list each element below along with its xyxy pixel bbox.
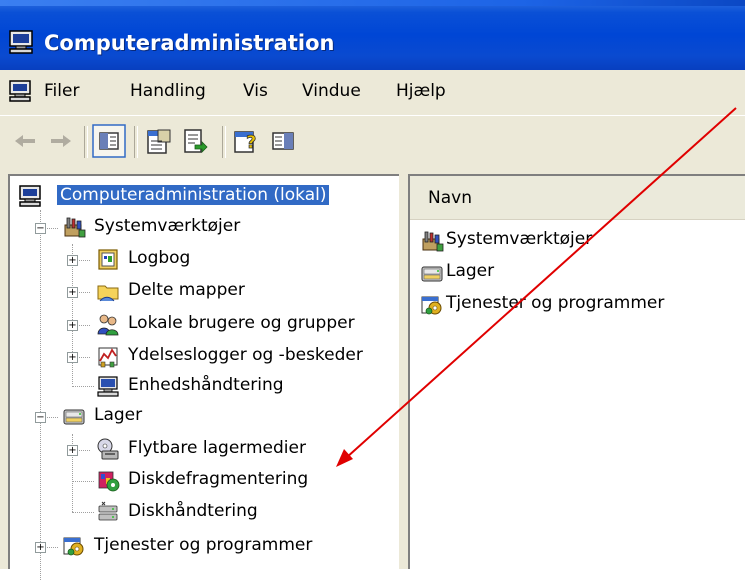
tree-item-lokale-brugere[interactable]: + Lokale brugere og grupper — [10, 310, 399, 340]
expand-toggle[interactable]: + — [35, 542, 46, 553]
column-header-navn[interactable]: Navn — [410, 176, 745, 220]
menu-hjaelp[interactable]: Hjælp — [396, 81, 446, 101]
properties-icon[interactable] — [144, 126, 174, 156]
list-item-tjenester[interactable]: Tjenester og programmer — [420, 292, 740, 318]
menu-filer[interactable]: Filer — [44, 81, 79, 101]
list-label-lager: Lager — [446, 261, 495, 281]
shared-folder-icon — [97, 285, 119, 302]
system-tools-icon — [64, 217, 86, 238]
list-item-lager[interactable]: Lager — [420, 260, 740, 286]
tree-item-delte-mapper[interactable]: + Delte mapper — [10, 277, 399, 307]
computer-management-icon[interactable] — [8, 30, 34, 54]
tree-item-diskdefragmentering[interactable]: Diskdefragmentering — [10, 466, 399, 496]
system-tools-icon — [422, 231, 444, 252]
menu-handling[interactable]: Handling — [130, 81, 206, 101]
title-bar[interactable]: Computeradministration — [0, 0, 745, 70]
svg-text:?: ? — [246, 132, 256, 153]
column-header-label: Navn — [428, 188, 472, 208]
system-menu-icon[interactable] — [8, 80, 32, 102]
menu-vis[interactable]: Vis — [243, 81, 268, 101]
show-hide-tree-icon[interactable] — [92, 124, 126, 158]
tree-label-ydelseslogger[interactable]: Ydelseslogger og -beskeder — [128, 345, 363, 365]
collapse-toggle[interactable]: − — [35, 223, 46, 234]
device-manager-icon — [97, 376, 119, 397]
tree-item-lager[interactable]: − Lager — [10, 402, 399, 432]
tree-label-flytbare-lagermedier[interactable]: Flytbare lagermedier — [128, 438, 306, 458]
performance-logs-icon — [98, 347, 118, 368]
event-viewer-icon — [98, 249, 118, 270]
services-applications-icon — [421, 296, 442, 315]
storage-icon — [63, 409, 85, 425]
collapse-toggle[interactable]: − — [35, 412, 46, 423]
tree-label-root[interactable]: Computeradministration (lokal) — [57, 185, 330, 205]
tree-item-enhedshandtering[interactable]: Enhedshåndtering — [10, 372, 399, 402]
storage-icon — [421, 266, 443, 282]
services-applications-icon — [63, 537, 84, 556]
list-pane[interactable]: Navn Systemværktøjer Lager Tjenester og — [408, 174, 745, 569]
tree-item-tjenester[interactable]: + Tjenester og programmer — [10, 532, 399, 562]
expand-toggle[interactable]: + — [67, 287, 78, 298]
window-title: Computeradministration — [44, 31, 335, 55]
expand-toggle[interactable]: + — [67, 320, 78, 331]
title-bar-highlight — [0, 0, 745, 6]
tree-item-root[interactable]: Computeradministration (lokal) — [10, 182, 399, 212]
tree-item-flytbare-lagermedier[interactable]: + Flytbare lagermedier — [10, 435, 399, 465]
disk-defragmenter-icon — [98, 471, 120, 492]
expand-toggle[interactable]: + — [67, 352, 78, 363]
export-list-icon[interactable] — [180, 126, 210, 156]
tree-label-enhedshandtering[interactable]: Enhedshåndtering — [128, 375, 284, 395]
forward-arrow-icon[interactable] — [46, 126, 76, 156]
help-icon[interactable]: ? — [232, 126, 262, 156]
menu-bar: Filer Handling Vis Vindue Hjælp — [0, 70, 745, 115]
tree-label-logbog[interactable]: Logbog — [128, 248, 190, 268]
tree-label-delte-mapper[interactable]: Delte mapper — [128, 280, 245, 300]
menu-vindue[interactable]: Vindue — [302, 81, 361, 101]
removable-storage-icon — [97, 438, 119, 460]
tree-label-tjenester[interactable]: Tjenester og programmer — [94, 535, 312, 555]
computer-management-icon — [19, 185, 41, 207]
toolbar: ? — [0, 115, 745, 168]
tree-item-ydelseslogger[interactable]: + Ydelseslogger og -beskeder — [10, 342, 399, 372]
action-pane-icon[interactable] — [268, 126, 298, 156]
tree-item-system-tools[interactable]: − Systemværktøjer — [10, 213, 399, 243]
back-arrow-icon[interactable] — [10, 126, 40, 156]
toolbar-separator — [222, 126, 226, 158]
tree-pane[interactable]: Computeradministration (lokal) − Systemv… — [8, 174, 399, 580]
tree-item-logbog[interactable]: + Logbog — [10, 245, 399, 275]
tree-label-lager[interactable]: Lager — [94, 405, 142, 425]
disk-management-icon — [98, 501, 118, 521]
tree-label-system-tools[interactable]: Systemværktøjer — [94, 216, 240, 236]
list-item-system-tools[interactable]: Systemværktøjer — [420, 228, 740, 254]
users-groups-icon — [97, 314, 119, 336]
list-label-tjenester: Tjenester og programmer — [446, 293, 665, 313]
tree-label-diskdefragmentering[interactable]: Diskdefragmentering — [128, 469, 308, 489]
expand-toggle[interactable]: + — [67, 445, 78, 456]
toolbar-separator — [84, 126, 88, 158]
tree-item-diskhandtering[interactable]: Diskhåndtering — [10, 498, 399, 528]
expand-toggle[interactable]: + — [67, 255, 78, 266]
toolbar-separator — [134, 126, 138, 158]
tree-label-diskhandtering[interactable]: Diskhåndtering — [128, 501, 258, 521]
list-label-system-tools: Systemværktøjer — [446, 229, 593, 249]
tree-label-lokale-brugere[interactable]: Lokale brugere og grupper — [128, 313, 355, 333]
